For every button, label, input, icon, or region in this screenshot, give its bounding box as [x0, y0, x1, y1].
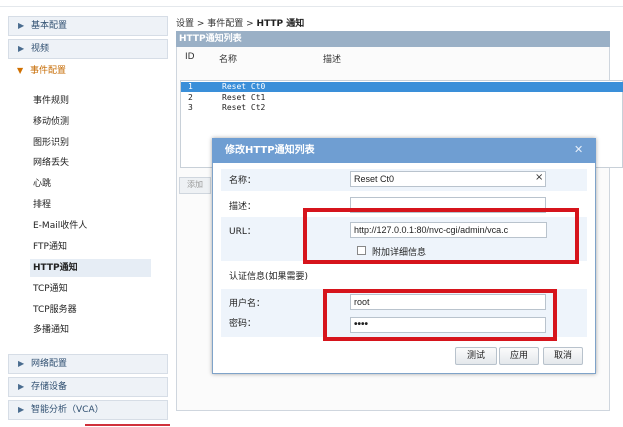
url-highlight-box: [303, 208, 579, 264]
sidebar-item-event-config[interactable]: ▼ 事件配置: [8, 62, 168, 82]
sidebar-subitem-schedule[interactable]: 排程: [33, 196, 148, 214]
url-label: URL：: [229, 227, 256, 237]
list-item[interactable]: 1 Reset Ct0: [181, 82, 623, 92]
description-label: 描述：: [229, 202, 257, 212]
password-label: 密码：: [229, 319, 257, 329]
sidebar-subitem-network-loss[interactable]: 网络丢失: [33, 154, 148, 172]
sidebar-subitem-pattern-recognition[interactable]: 图形识别: [33, 134, 148, 152]
apply-button[interactable]: 应用: [499, 347, 539, 365]
sidebar-subitem-email-recipients[interactable]: E-Mail收件人: [33, 217, 148, 235]
cancel-button[interactable]: 取消: [543, 347, 583, 365]
column-header-description: 描述: [323, 55, 342, 65]
name-label: 名称：: [229, 176, 257, 186]
list-item-id: 3: [188, 103, 193, 112]
chevron-right-icon: ▶: [18, 21, 25, 30]
breadcrumb: 设置 > 事件配置 > HTTP 通知: [176, 16, 304, 29]
list-item[interactable]: 3 Reset Ct2: [181, 103, 623, 113]
sidebar-subitem-tcp-server[interactable]: TCP服务器: [33, 301, 148, 319]
add-button[interactable]: 添加: [179, 177, 211, 194]
sidebar-subitem-event-rules[interactable]: 事件规则: [33, 92, 148, 110]
list-item-name: Reset Ct0: [222, 82, 266, 91]
name-field[interactable]: Reset Ct0: [350, 171, 546, 187]
sidebar-subitem-motion-detection[interactable]: 移动侦测: [33, 113, 148, 131]
sidebar-subitem-ftp-notify[interactable]: FTP通知: [33, 238, 148, 256]
auth-section-label: 认证信息(如果需要): [229, 272, 309, 282]
sidebar-subitem-http-notify[interactable]: HTTP通知: [30, 259, 151, 277]
list-item-id: 1: [188, 82, 193, 91]
list-item-name: Reset Ct2: [222, 103, 266, 112]
sidebar-item-video[interactable]: ▶ 视频: [8, 39, 168, 59]
scroll-indicator: [85, 424, 170, 426]
sidebar-item-label: 网络配置: [31, 359, 68, 369]
close-icon[interactable]: ✕: [574, 143, 583, 156]
list-panel-title: HTTP通知列表: [176, 31, 610, 47]
column-header-name: 名称: [219, 55, 238, 65]
sidebar-item-storage[interactable]: ▶ 存储设备: [8, 377, 168, 397]
sidebar-item-label: 视频: [31, 44, 50, 54]
sidebar-item-label: 事件配置: [30, 66, 67, 76]
name-value: Reset Ct0: [354, 174, 395, 184]
sidebar-item-network-config[interactable]: ▶ 网络配置: [8, 354, 168, 374]
sidebar-item-vca[interactable]: ▶ 智能分析（VCA）: [8, 400, 168, 420]
username-label: 用户名：: [229, 299, 266, 309]
sidebar-subitem-heartbeat[interactable]: 心跳: [33, 175, 148, 193]
dialog-title: 修改HTTP通知列表: [212, 138, 596, 163]
chevron-down-icon: ▼: [17, 66, 24, 75]
chevron-right-icon: ▶: [18, 382, 25, 391]
sidebar-item-label: 智能分析（VCA）: [31, 405, 104, 415]
clear-icon[interactable]: ×: [535, 172, 543, 183]
chevron-right-icon: ▶: [18, 44, 25, 53]
chevron-right-icon: ▶: [18, 359, 25, 368]
breadcrumb-current: HTTP 通知: [256, 19, 305, 29]
credentials-highlight-box: [323, 289, 557, 341]
test-button[interactable]: 测试: [455, 347, 497, 365]
list-item-name: Reset Ct1: [222, 93, 266, 102]
list-item-id: 2: [188, 93, 193, 102]
breadcrumb-path: 设置 > 事件配置 >: [176, 19, 257, 29]
sidebar-subitem-tcp-notify[interactable]: TCP通知: [33, 280, 148, 298]
sidebar-item-label: 基本配置: [31, 21, 68, 31]
top-divider: [0, 6, 623, 7]
sidebar-item-basic-config[interactable]: ▶ 基本配置: [8, 16, 168, 36]
sidebar-subitem-multicast-notify[interactable]: 多播通知: [33, 321, 148, 339]
sidebar-item-label: 存储设备: [31, 382, 68, 392]
column-header-id: ID: [185, 52, 195, 62]
chevron-right-icon: ▶: [18, 405, 25, 414]
list-item[interactable]: 2 Reset Ct1: [181, 93, 623, 103]
